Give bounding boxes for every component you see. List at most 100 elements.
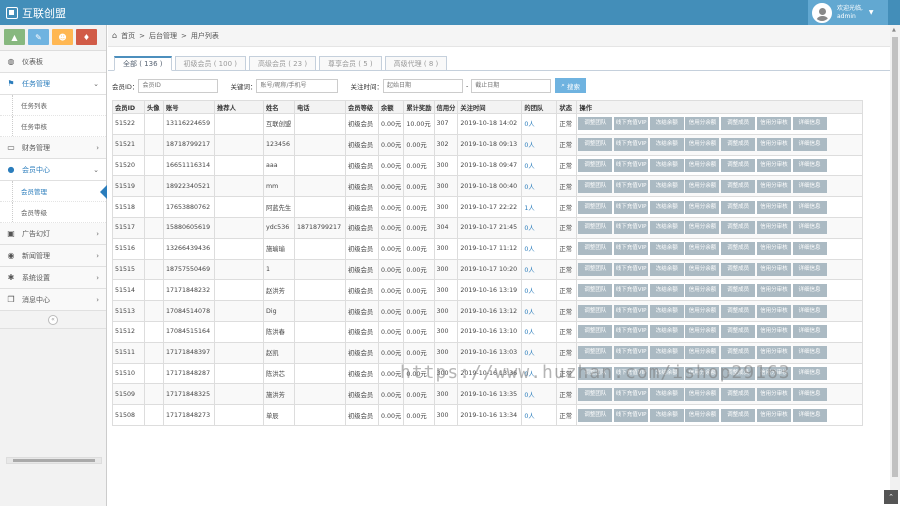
member-id-input[interactable] [138,78,219,93]
row-action-button[interactable]: 信用分审核 [756,117,791,131]
row-action-button[interactable]: 调整团队 [578,304,613,318]
sidebar-item[interactable]: ❐ 消息中心 › [0,289,106,311]
row-action-button[interactable]: 详细信息 [792,179,827,193]
row-action-button[interactable]: 调整团队 [578,138,613,152]
row-action-button[interactable]: 调整团队 [578,262,613,276]
breadcrumb-home[interactable]: 首页 [121,31,135,41]
row-action-button[interactable]: 信用分审核 [756,158,791,172]
row-action-button[interactable]: 调整团队 [578,158,613,172]
row-action-button[interactable]: 信用分审核 [756,325,791,339]
row-action-button[interactable]: 冻结余额 [649,200,684,214]
tab-senior[interactable]: 高级会员 ( 23 ) [249,56,317,71]
row-action-button[interactable]: 调整成员 [721,408,756,422]
table-cell[interactable]: 0人 [521,113,558,135]
table-cell[interactable]: 0人 [521,216,558,239]
sidebar-item[interactable]: ✱ 系统设置 › [0,267,106,289]
row-action-button[interactable]: 信用分余额 [685,221,720,235]
row-action-button[interactable]: 信用分余额 [685,304,720,318]
scroll-up-icon[interactable]: ▲ [892,27,896,33]
row-action-button[interactable]: 详细信息 [792,117,827,131]
row-action-button[interactable]: 调整成员 [721,325,756,339]
row-action-button[interactable]: 调整团队 [578,325,613,339]
row-action-button[interactable]: 调整成员 [721,221,756,235]
sidebar-collapse[interactable]: « [0,311,106,329]
row-action-button[interactable]: 调整成员 [721,304,756,318]
row-action-button[interactable]: 线下充值VIP [614,200,649,214]
table-cell[interactable]: 0人 [521,383,558,406]
row-action-button[interactable]: 冻结余额 [649,262,684,276]
row-action-button[interactable]: 详细信息 [792,387,827,401]
row-action-button[interactable]: 线下充值VIP [614,366,649,380]
table-cell[interactable]: 0人 [521,154,558,177]
sidebar-subitem[interactable]: 任务审核 [0,116,106,137]
table-cell[interactable]: 0人 [521,279,558,302]
back-to-top-button[interactable]: ⌃ [884,490,898,504]
row-action-button[interactable]: 信用分余额 [685,346,720,360]
table-cell[interactable]: 0人 [521,237,558,260]
row-action-button[interactable]: 调整团队 [578,200,613,214]
table-cell[interactable]: 0人 [521,175,558,198]
row-action-button[interactable]: 调整团队 [578,117,613,131]
sidebar-subitem[interactable]: 会员等级 [0,202,106,223]
scrollbar-thumb[interactable] [892,37,898,477]
vertical-scrollbar[interactable]: ▲ [890,25,900,490]
row-action-button[interactable]: 线下充值VIP [614,221,649,235]
row-action-button[interactable]: 线下充值VIP [614,387,649,401]
table-cell[interactable]: 0人 [521,404,558,426]
row-action-button[interactable]: 冻结余额 [649,387,684,401]
shortcut-pencil-button[interactable]: ✎ [28,29,49,45]
table-cell[interactable]: 0人 [521,341,558,364]
row-action-button[interactable]: 信用分余额 [685,138,720,152]
row-action-button[interactable]: 调整成员 [721,283,756,297]
row-action-button[interactable]: 详细信息 [792,221,827,235]
tab-agent[interactable]: 高级代理 ( 8 ) [384,56,448,71]
row-action-button[interactable]: 详细信息 [792,262,827,276]
row-action-button[interactable]: 信用分审核 [756,304,791,318]
table-cell[interactable]: 1人 [521,196,558,218]
table-cell[interactable]: 0人 [521,300,558,322]
row-action-button[interactable]: 冻结余额 [649,117,684,131]
row-action-button[interactable]: 信用分审核 [756,221,791,235]
row-action-button[interactable]: 详细信息 [792,304,827,318]
row-action-button[interactable]: 冻结余额 [649,408,684,422]
row-action-button[interactable]: 调整成员 [721,366,756,380]
row-action-button[interactable]: 线下充值VIP [614,262,649,276]
table-cell[interactable]: 0人 [521,320,558,343]
sidebar-item[interactable]: ◉ 新闻管理 › [0,245,106,267]
row-action-button[interactable]: 线下充值VIP [614,242,649,256]
row-action-button[interactable]: 调整团队 [578,408,613,422]
row-action-button[interactable]: 信用分审核 [756,366,791,380]
row-action-button[interactable]: 调整成员 [721,387,756,401]
row-action-button[interactable]: 详细信息 [792,242,827,256]
row-action-button[interactable]: 线下充值VIP [614,304,649,318]
row-action-button[interactable]: 调整成员 [721,200,756,214]
row-action-button[interactable]: 详细信息 [792,158,827,172]
row-action-button[interactable]: 信用分余额 [685,200,720,214]
row-action-button[interactable]: 调整团队 [578,242,613,256]
row-action-button[interactable]: 信用分余额 [685,283,720,297]
row-action-button[interactable]: 信用分余额 [685,242,720,256]
start-date-input[interactable] [382,78,463,93]
row-action-button[interactable]: 信用分审核 [756,262,791,276]
row-action-button[interactable]: 冻结余额 [649,346,684,360]
row-action-button[interactable]: 冻结余额 [649,179,684,193]
row-action-button[interactable]: 调整成员 [721,138,756,152]
row-action-button[interactable]: 调整团队 [578,387,613,401]
tab-all[interactable]: 全部 ( 136 ) [114,56,172,71]
sidebar-subitem[interactable]: 任务列表 [0,95,106,116]
row-action-button[interactable]: 冻结余额 [649,158,684,172]
row-action-button[interactable]: 调整团队 [578,366,613,380]
search-button[interactable]: ⌕ 搜索 [555,78,586,93]
shortcut-chart-button[interactable]: ▲ [4,29,25,45]
row-action-button[interactable]: 信用分余额 [685,262,720,276]
row-action-button[interactable]: 信用分审核 [756,179,791,193]
end-date-input[interactable] [471,78,552,93]
row-action-button[interactable]: 详细信息 [792,325,827,339]
sidebar-item[interactable]: ▭ 财务管理 › [0,137,106,159]
row-action-button[interactable]: 信用分审核 [756,138,791,152]
row-action-button[interactable]: 线下充值VIP [614,179,649,193]
sidebar-item[interactable]: ▣ 广告幻灯 › [0,223,106,245]
home-icon[interactable]: ⌂ [112,31,117,40]
brand[interactable]: 互联创盟 [6,5,66,21]
row-action-button[interactable]: 线下充值VIP [614,158,649,172]
